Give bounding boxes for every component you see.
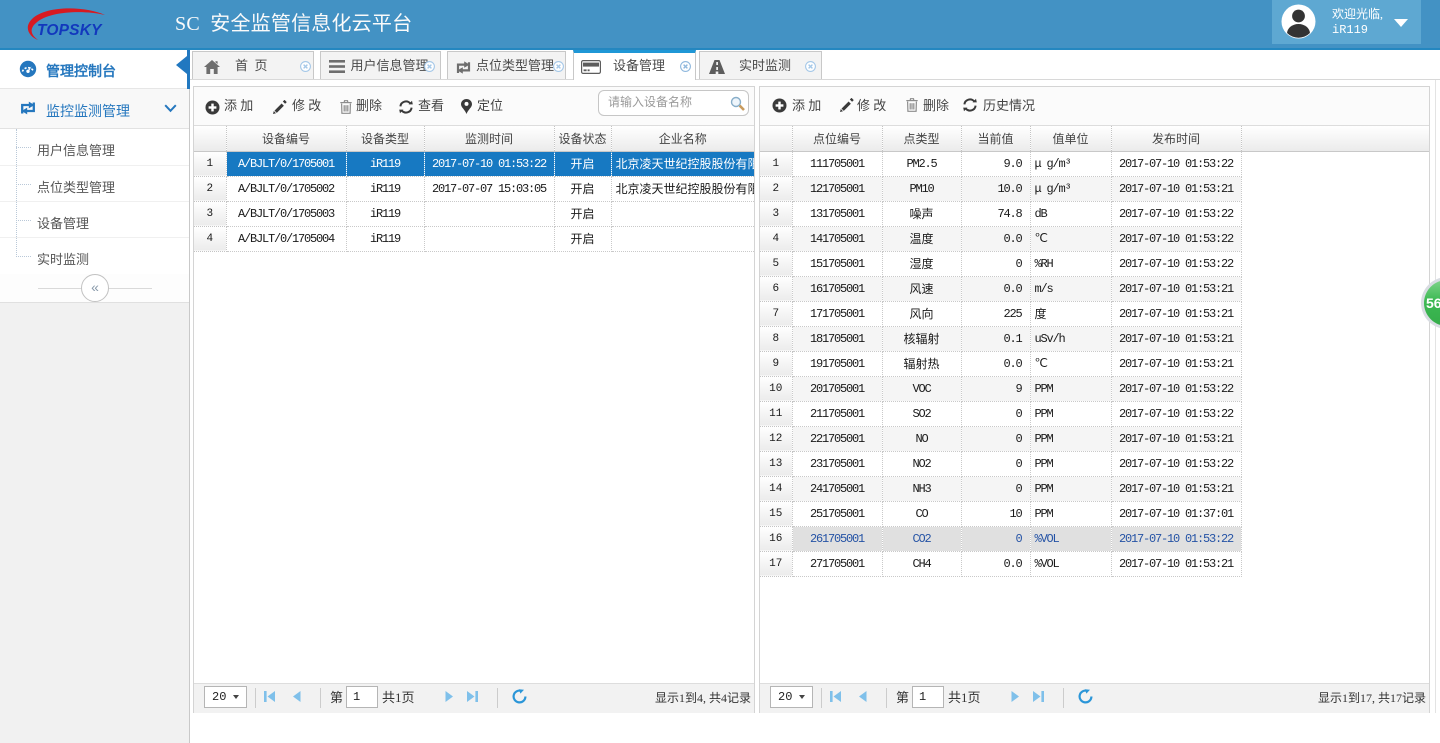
svg-text:TOPSKY: TOPSKY xyxy=(37,22,103,39)
